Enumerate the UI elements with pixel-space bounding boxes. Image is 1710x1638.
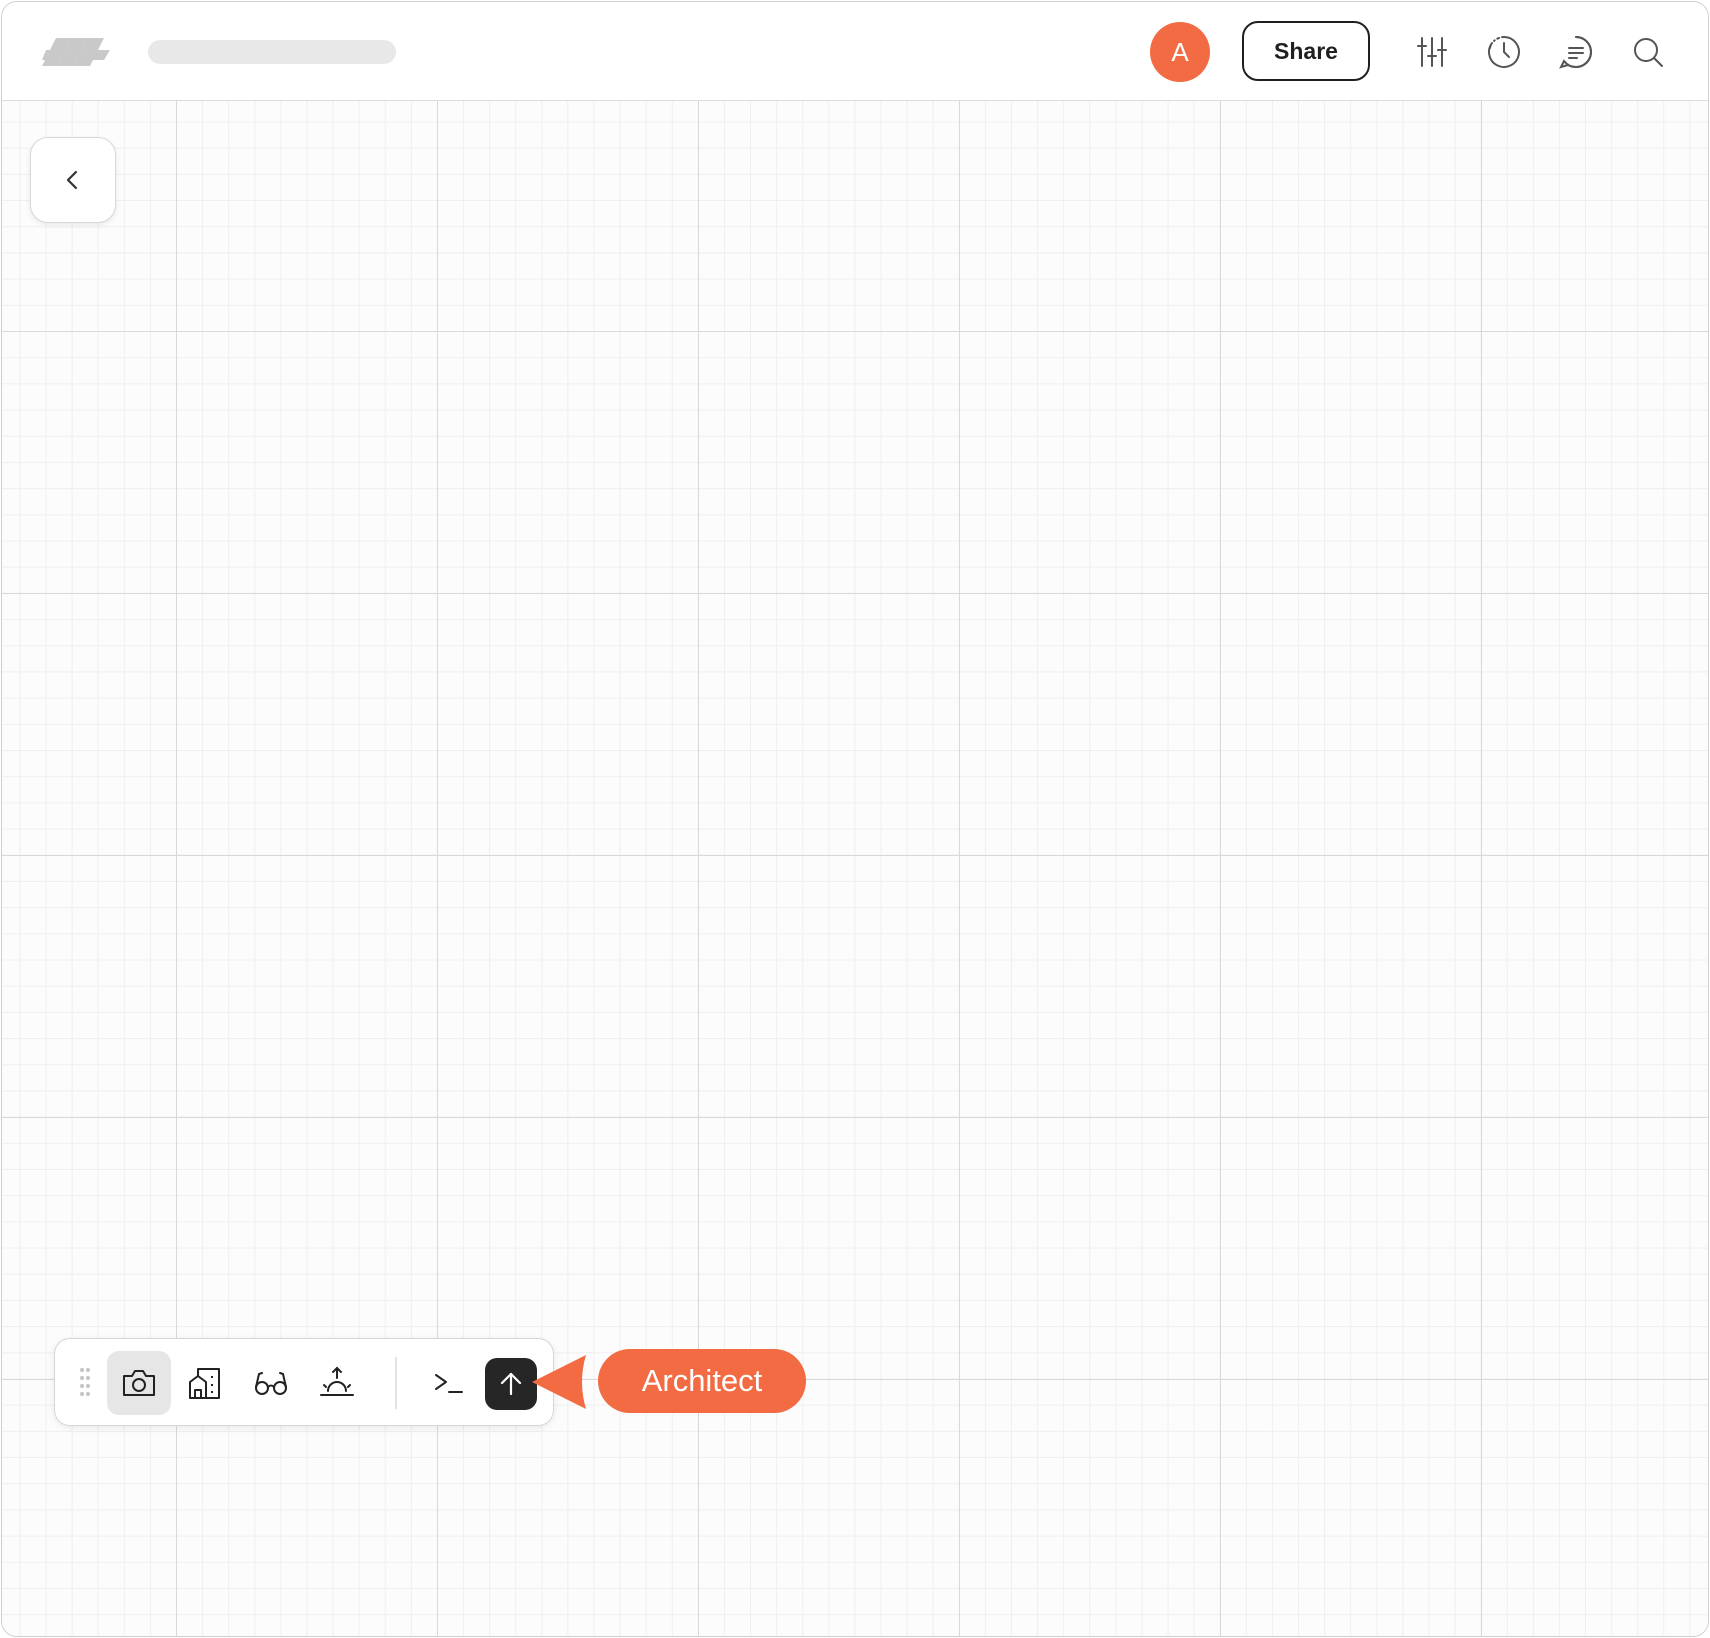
top-bar: A Share [2,2,1708,101]
building-tool-button[interactable] [173,1351,237,1415]
chevron-left-icon [66,170,78,190]
building-icon [189,1368,220,1399]
glasses-tool-button[interactable] [239,1351,303,1415]
camera-tool-button[interactable] [107,1351,171,1415]
submit-button[interactable] [485,1358,537,1410]
settings-button[interactable] [1412,32,1452,72]
search-button[interactable] [1628,32,1668,72]
sliders-icon [1417,37,1447,67]
arrow-up-icon [500,1372,522,1396]
history-button[interactable] [1484,32,1524,72]
share-button-label: Share [1274,37,1338,64]
search-icon [1634,38,1663,67]
drag-handle-icon[interactable] [79,1367,91,1399]
callout-pointer-icon [532,1355,586,1409]
app-window: A Share Architect [1,1,1709,1637]
terminal-tool-button[interactable] [417,1351,481,1415]
glasses-icon [255,1372,287,1395]
avatar-initial: A [1171,36,1189,67]
history-icon [1488,36,1520,68]
sunrise-icon [320,1366,354,1396]
document-title-placeholder[interactable] [148,40,396,64]
toolbar-divider [395,1357,397,1409]
comment-icon [1559,36,1592,69]
share-button[interactable]: Share [1242,21,1370,81]
bottom-toolbar [54,1338,554,1426]
back-button[interactable] [30,137,116,223]
callout-label: Architect [641,1363,763,1398]
comments-button[interactable] [1556,32,1596,72]
user-avatar[interactable]: A [1150,22,1210,82]
sunrise-tool-button[interactable] [305,1351,369,1415]
logo-icon[interactable] [42,30,110,74]
architect-callout: Architect [598,1349,806,1413]
camera-icon [123,1370,155,1396]
terminal-icon [435,1374,463,1393]
